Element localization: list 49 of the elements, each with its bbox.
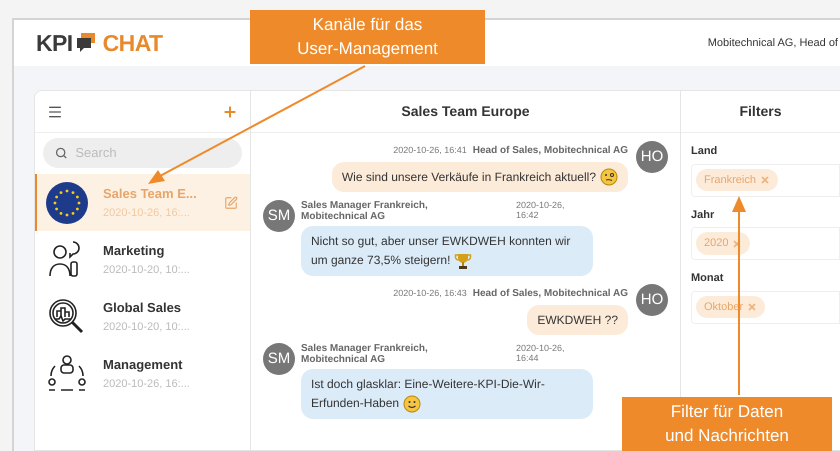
message-sender: Head of Sales, Mobitechnical AG: [472, 287, 628, 301]
channel-time: 2020-10-26, 16:...: [103, 377, 191, 392]
message-bubble: Nicht so gut, aber unser EWKDWEH konnten wir um ganze 73,5% steigern!: [301, 226, 593, 276]
filter-label: Jahr: [691, 208, 716, 222]
channel-item[interactable]: Sales Team E... 2020-10-26, 16:...: [35, 174, 250, 231]
smiley-icon: [403, 394, 422, 413]
message-time: 2020-10-26, 16:44: [516, 343, 566, 363]
filter-chip[interactable]: Frankreich: [696, 168, 778, 192]
message-time: 2020-10-26, 16:42: [516, 200, 566, 220]
channel-name: Sales Team E...: [103, 184, 198, 202]
message-sender: Head of Sales, Mobitechnical AG: [472, 144, 628, 158]
edit-icon[interactable]: [224, 196, 238, 210]
chat-title: Sales Team Europe: [401, 102, 530, 121]
add-icon[interactable]: [222, 104, 238, 120]
channel-name: Marketing: [103, 242, 166, 260]
filters-title: Filters: [739, 102, 782, 121]
filter-field[interactable]: Frankreich: [691, 164, 840, 196]
avatar: HO: [636, 284, 668, 316]
thinking-face-icon: [600, 168, 618, 186]
avatar: SM: [263, 200, 295, 232]
user-label: Mobitechnical AG, Head of: [708, 36, 838, 51]
channel-time: 2020-10-26, 16:...: [103, 206, 191, 221]
filter-field[interactable]: 2020: [691, 227, 840, 260]
trophy-icon: [454, 252, 472, 270]
message-time: 2020-10-26, 16:41: [393, 144, 467, 157]
channel-name: Management: [103, 356, 184, 374]
callout-label: Filter für Daten und Nachrichten: [622, 397, 832, 451]
message-sender: Sales Manager Frankreich, Mobitechnical AG: [301, 343, 429, 365]
remove-icon[interactable]: [732, 238, 742, 248]
channel-time: 2020-10-20, 10:...: [103, 263, 191, 278]
filter-chip[interactable]: 2020: [696, 232, 750, 255]
avatar: SM: [263, 343, 295, 375]
search-icon: [55, 146, 68, 160]
flag-icon: [45, 180, 89, 224]
channel-name: Global Sales: [103, 298, 182, 316]
message-sender: Sales Manager Frankreich, Mobitechnical AG: [301, 200, 429, 222]
message-bubble: EWKDWEH ??: [527, 305, 628, 335]
logo: KPI CHAT: [36, 28, 162, 58]
remove-icon[interactable]: [760, 175, 770, 185]
message-bubble: Wie sind unsere Verkäufe in Frankreich aktuell?: [332, 162, 628, 192]
message-bubble: Ist doch glasklar: Eine-Weitere-KPI-Die-Wir-Erfunden-Haben: [301, 369, 593, 419]
menu-icon[interactable]: [47, 104, 63, 120]
filter-label: Monat: [691, 271, 724, 286]
filter-label: Land: [691, 144, 718, 159]
avatar: HO: [636, 141, 668, 173]
callout-label: Kanäle für das User-Management: [250, 10, 485, 64]
remove-icon[interactable]: [747, 302, 758, 312]
message-time: 2020-10-26, 16:43: [393, 287, 467, 300]
channel-time: 2020-10-20, 10:...: [103, 320, 191, 335]
